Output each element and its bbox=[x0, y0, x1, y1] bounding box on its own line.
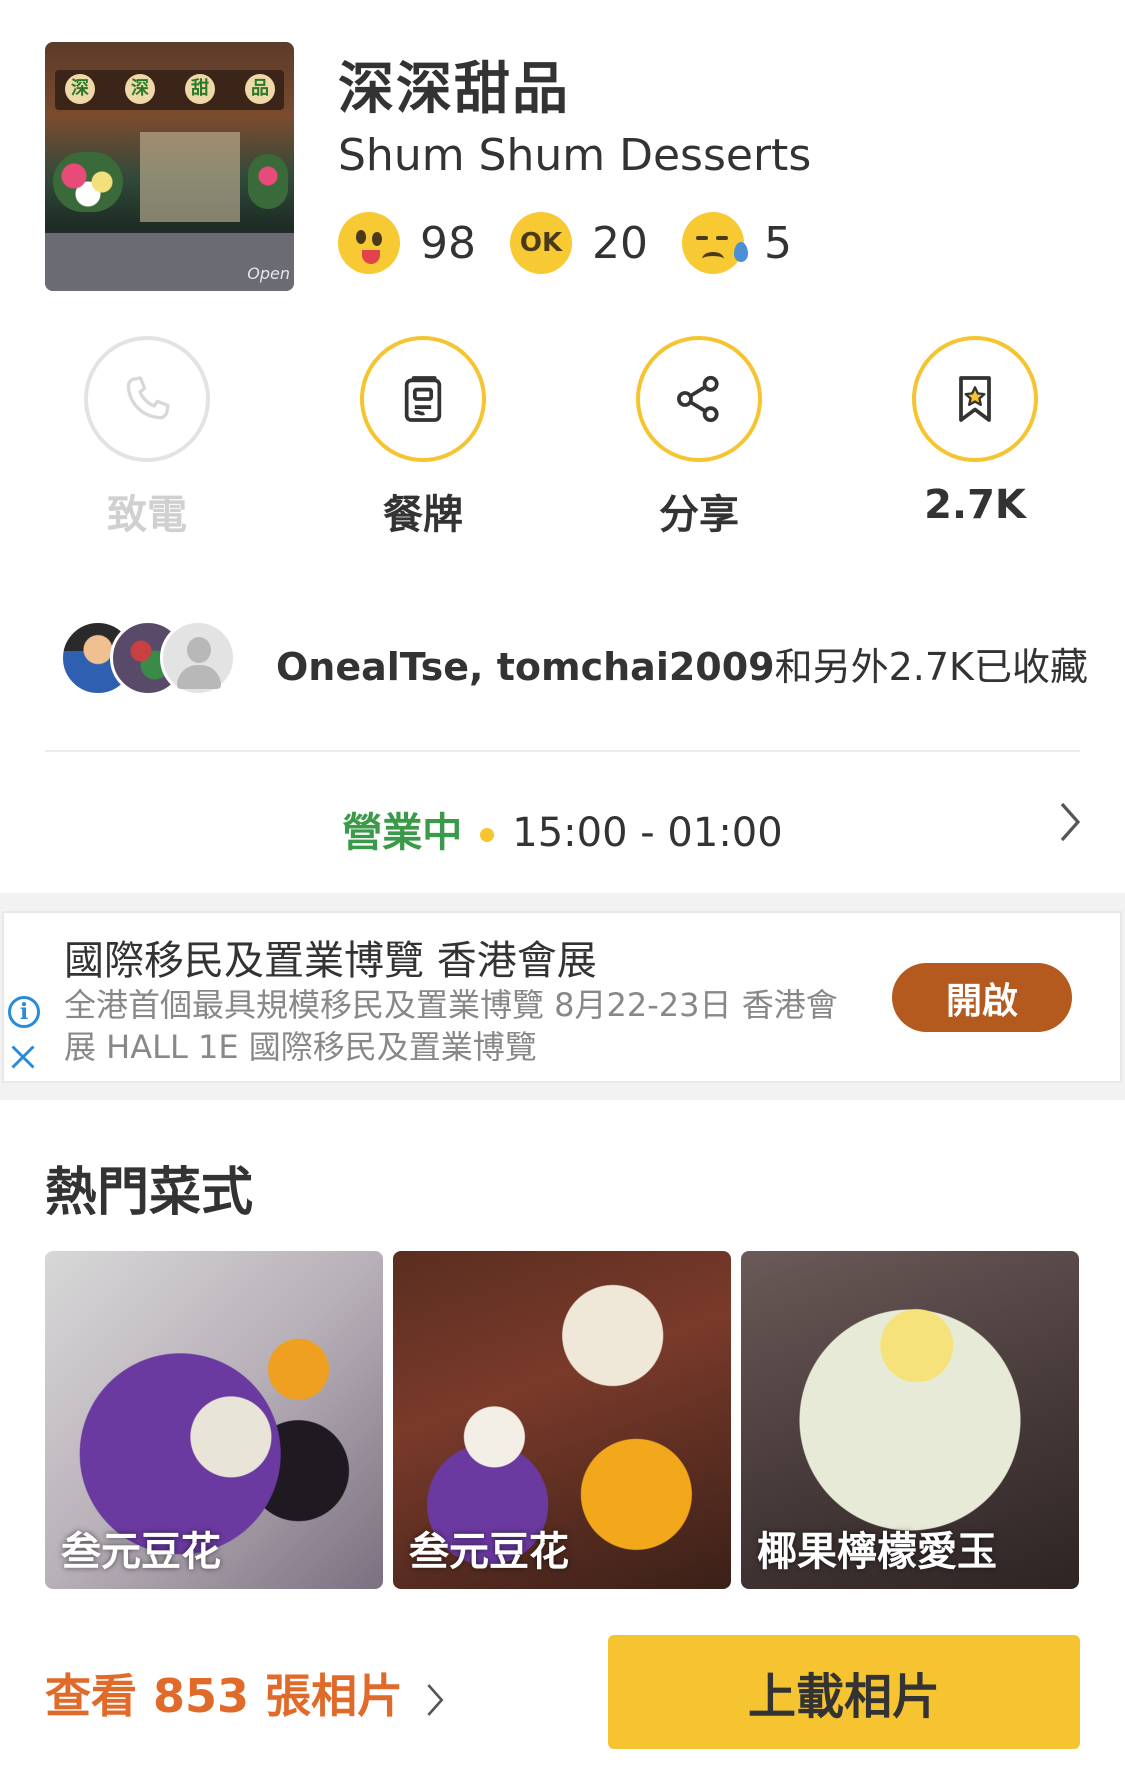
bookmarked-users: OnealTse, tomchai2009 bbox=[276, 645, 775, 689]
dish-card[interactable]: 叁元豆花 bbox=[45, 1251, 383, 1589]
bookmarked-suffix: 和另外2.7K已收藏 bbox=[774, 645, 1088, 689]
sign-char: 深 bbox=[125, 74, 155, 104]
storefront-sign: 深 深 甜 品 bbox=[55, 70, 284, 110]
restaurant-name-en: Shum Shum Desserts bbox=[338, 130, 812, 181]
upload-photos-button[interactable]: 上載相片 bbox=[608, 1635, 1080, 1749]
restaurant-photo[interactable]: 深 深 甜 品 Open bbox=[45, 42, 294, 291]
status-dot-icon bbox=[480, 828, 495, 842]
rating-good-count: 98 bbox=[420, 217, 476, 269]
dish-name: 叁元豆花 bbox=[409, 1529, 569, 1575]
bookmark-avatars[interactable] bbox=[60, 620, 250, 700]
chevron-right-icon[interactable] bbox=[1058, 800, 1082, 855]
phone-icon bbox=[84, 336, 210, 462]
dish-name: 椰果檸檬愛玉 bbox=[757, 1529, 997, 1575]
menu-button[interactable]: 餐牌 bbox=[285, 336, 561, 540]
rating-bad-count: 5 bbox=[764, 217, 792, 269]
sign-char: 甜 bbox=[185, 74, 215, 104]
dish-card[interactable]: 椰果檸檬愛玉 bbox=[741, 1251, 1079, 1589]
info-icon[interactable]: i bbox=[8, 996, 40, 1028]
view-photos-link[interactable]: 查看 853 張相片 bbox=[45, 1660, 445, 1726]
cry-face-icon bbox=[682, 212, 748, 274]
divider bbox=[45, 750, 1080, 752]
ad-title[interactable]: 國際移民及置業博覽 香港會展 bbox=[64, 928, 597, 986]
share-label: 分享 bbox=[659, 492, 739, 538]
ok-face-icon: OK bbox=[510, 212, 572, 274]
dish-name: 叁元豆花 bbox=[61, 1529, 221, 1575]
dish-card[interactable]: 叁元豆花 bbox=[393, 1251, 731, 1589]
share-button[interactable]: 分享 bbox=[561, 336, 837, 540]
view-photos-label: 查看 853 張相片 bbox=[45, 1669, 404, 1723]
bookmark-button[interactable]: 2.7K bbox=[837, 336, 1113, 528]
smile-face-icon bbox=[338, 212, 400, 274]
chevron-right-icon bbox=[427, 1683, 444, 1716]
ad-open-button[interactable]: 開啟 bbox=[892, 963, 1072, 1032]
restaurant-name-zh: 深深甜品 bbox=[338, 57, 570, 122]
call-button[interactable]: 致電 bbox=[9, 336, 285, 540]
open-status: 營業中 bbox=[342, 810, 463, 856]
popular-dishes-title: 熱門菜式 bbox=[45, 1163, 254, 1223]
opening-hours-row[interactable]: 營業中 15:00 - 01:00 bbox=[0, 800, 1125, 856]
photo-watermark: Open bbox=[247, 264, 290, 283]
rating-summary: 98 OK 20 5 bbox=[338, 210, 826, 276]
bookmark-count: 2.7K bbox=[924, 482, 1026, 528]
bookmarked-by-text[interactable]: OnealTse, tomchai2009和另外2.7K已收藏 bbox=[276, 636, 1088, 691]
sign-char: 品 bbox=[245, 74, 275, 104]
flower-stand bbox=[248, 154, 288, 209]
call-label: 致電 bbox=[107, 492, 187, 538]
opening-hours: 15:00 - 01:00 bbox=[512, 810, 783, 856]
storefront-door bbox=[140, 132, 240, 222]
menu-label: 餐牌 bbox=[383, 492, 463, 538]
sign-char: 深 bbox=[65, 74, 95, 104]
avatar-placeholder-icon bbox=[160, 620, 236, 696]
menu-icon bbox=[360, 336, 486, 462]
share-icon bbox=[636, 336, 762, 462]
rating-ok-count: 20 bbox=[592, 217, 648, 269]
flower-stand bbox=[53, 152, 123, 212]
close-icon[interactable] bbox=[8, 1042, 38, 1079]
bookmark-icon bbox=[912, 336, 1038, 462]
ad-description[interactable]: 全港首個最具規模移民及置業博覽 8月22-23日 香港會展 HALL 1E 國際… bbox=[64, 984, 854, 1068]
